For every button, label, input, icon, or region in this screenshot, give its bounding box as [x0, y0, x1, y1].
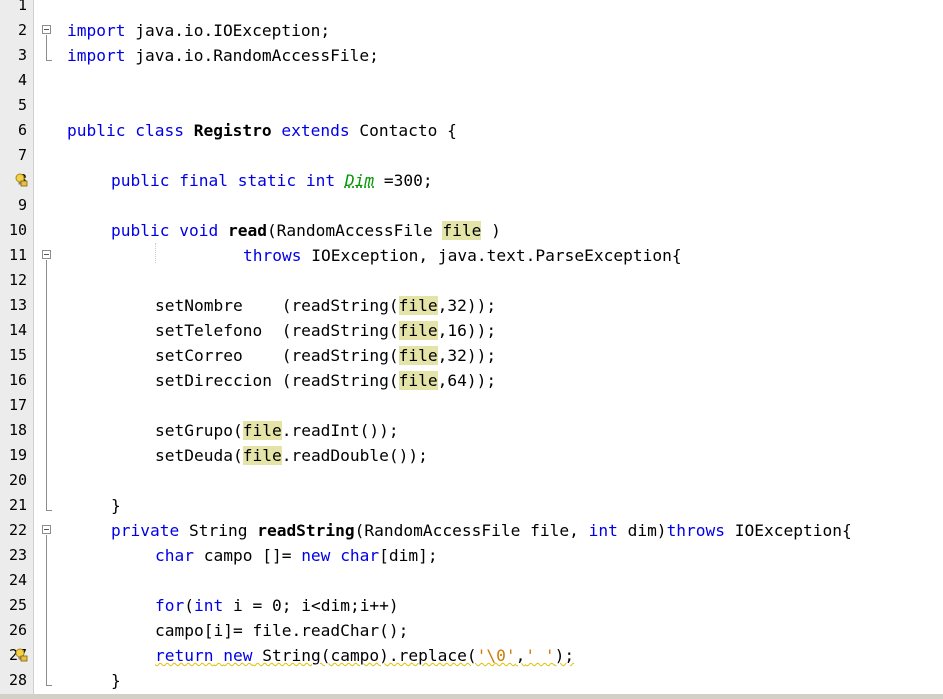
line-number: 9: [17, 196, 27, 214]
code-line-13[interactable]: setNombre (readString(file,32));: [155, 293, 496, 318]
code-line-26[interactable]: campo[i]= file.readChar();: [155, 618, 408, 643]
line-number: 4: [17, 71, 27, 89]
warning-hint-icon[interactable]: [14, 648, 28, 662]
line-number: 13: [8, 296, 27, 314]
line-number: 19: [8, 446, 27, 464]
code-line-8[interactable]: public final static int Dim =300;: [111, 168, 433, 193]
line-number: 16: [8, 371, 27, 389]
code-line-19[interactable]: setDeuda(file.readDouble());: [155, 443, 428, 468]
horizontal-scrollbar[interactable]: [0, 694, 943, 699]
indent-guide: [155, 243, 156, 263]
code-line-28[interactable]: }: [111, 668, 121, 693]
line-number: 17: [8, 396, 27, 414]
line-number: 23: [8, 546, 27, 564]
line-number: 2: [17, 21, 27, 39]
warning-hint-icon[interactable]: [14, 173, 28, 187]
code-line-21[interactable]: }: [111, 493, 121, 518]
fold-end: [46, 685, 52, 686]
line-number: 6: [17, 121, 27, 139]
line-number: 28: [8, 671, 27, 689]
line-number: 12: [8, 271, 27, 289]
fold-collapse-icon[interactable]: [42, 250, 51, 259]
code-line-14[interactable]: setTelefono (readString(file,16));: [155, 318, 496, 343]
fold-end: [46, 60, 52, 61]
line-number: 11: [8, 246, 27, 264]
line-number: 25: [8, 596, 27, 614]
line-number: 18: [8, 421, 27, 439]
line-number: 5: [17, 96, 27, 114]
code-line-6[interactable]: public class Registro extends Contacto {: [67, 118, 457, 143]
fold-line: [46, 535, 47, 685]
code-line-16[interactable]: setDireccion (readString(file,64));: [155, 368, 496, 393]
fold-collapse-icon[interactable]: [42, 25, 51, 34]
line-number: 15: [8, 346, 27, 364]
line-number: 14: [8, 321, 27, 339]
line-number: 3: [17, 46, 27, 64]
line-number: 10: [8, 221, 27, 239]
fold-end: [46, 510, 52, 511]
line-number: 26: [8, 621, 27, 639]
code-line-27[interactable]: return new String(campo).replace('\0',' …: [155, 643, 574, 668]
code-line-18[interactable]: setGrupo(file.readInt());: [155, 418, 399, 443]
line-number: 7: [17, 146, 27, 164]
fold-line: [46, 260, 47, 510]
code-line-2[interactable]: import java.io.IOException;: [67, 18, 330, 43]
line-number: 21: [8, 496, 27, 514]
code-line-15[interactable]: setCorreo (readString(file,32));: [155, 343, 496, 368]
code-line-3[interactable]: import java.io.RandomAccessFile;: [67, 43, 379, 68]
code-line-11[interactable]: throws IOException, java.text.ParseExcep…: [243, 243, 682, 268]
code-line-22[interactable]: private String readString(RandomAccessFi…: [111, 518, 852, 543]
line-number: 20: [8, 471, 27, 489]
fold-line: [46, 35, 47, 60]
code-line-25[interactable]: for(int i = 0; i<dim;i++): [155, 593, 399, 618]
code-line-23[interactable]: char campo []= new char[dim];: [155, 543, 438, 568]
line-number: 24: [8, 571, 27, 589]
fold-collapse-icon[interactable]: [42, 525, 51, 534]
line-number: 22: [8, 521, 27, 539]
code-line-10[interactable]: public void read(RandomAccessFile file ): [111, 218, 501, 243]
line-number: 1: [17, 0, 27, 14]
